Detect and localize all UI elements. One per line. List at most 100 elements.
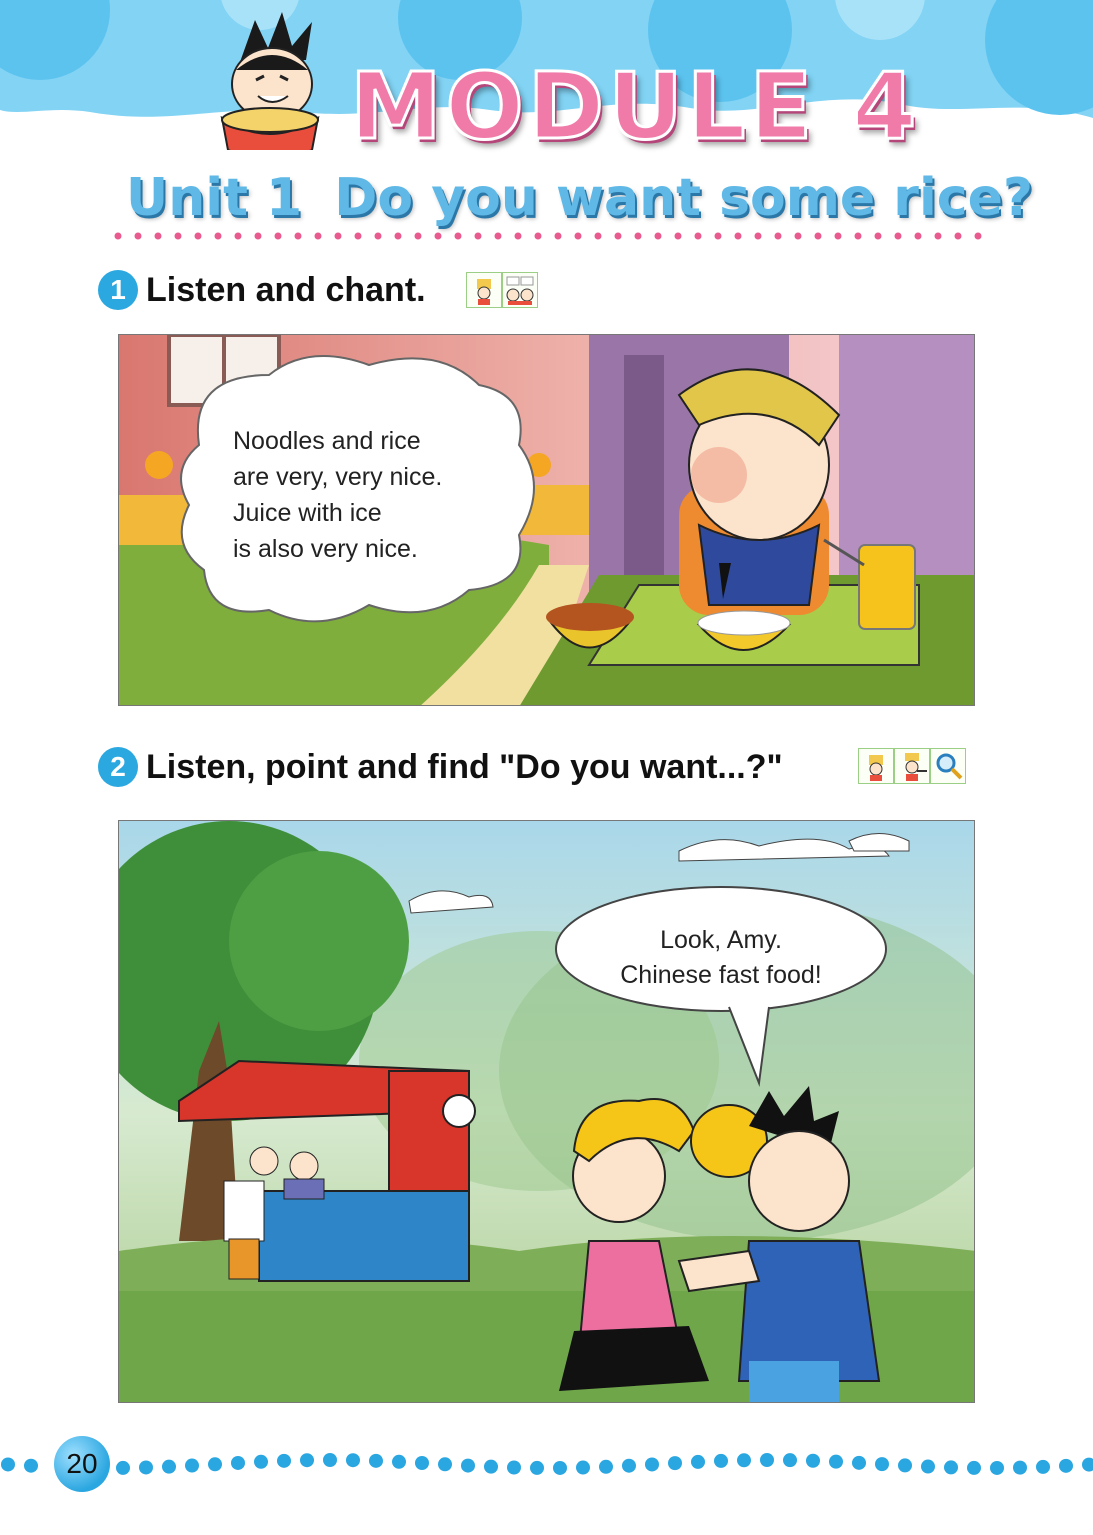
divider-dot — [454, 232, 462, 240]
divider-dot — [314, 232, 322, 240]
footer-dot — [875, 1457, 889, 1472]
footer-dot — [231, 1455, 245, 1470]
chant-line: are very, very nice. — [233, 463, 443, 491]
chant-line: Noodles and rice — [233, 427, 421, 455]
footer-dot — [116, 1460, 130, 1475]
divider-dot — [614, 232, 622, 240]
divider-dot — [514, 232, 522, 240]
unit-number: Unit 1 — [126, 168, 303, 228]
divider-dot — [394, 232, 402, 240]
footer-dot — [990, 1460, 1004, 1475]
divider-dot — [874, 232, 882, 240]
divider-dot — [574, 232, 582, 240]
divider-dot — [714, 232, 722, 240]
footer-dot — [898, 1458, 912, 1473]
footer-dot — [438, 1457, 452, 1472]
boy-speech-bubble-text: Look, Amy. Chinese fast food! — [571, 923, 871, 995]
footer-dot — [622, 1458, 636, 1473]
divider-dot — [374, 232, 382, 240]
footer-dot — [185, 1458, 199, 1473]
footer-dot — [668, 1456, 682, 1471]
footer-dot — [507, 1460, 521, 1475]
footer-dot — [691, 1454, 705, 1469]
divider-dot — [494, 232, 502, 240]
divider-dot — [334, 232, 342, 240]
footer-dot — [829, 1454, 843, 1469]
divider-dot — [294, 232, 302, 240]
footer-dot — [415, 1455, 429, 1470]
divider-dot — [774, 232, 782, 240]
speech-line: Chinese fast food! — [620, 961, 822, 989]
unit-title: Unit 1 Do you want some rice? — [126, 162, 1033, 234]
divider-dot — [274, 232, 282, 240]
footer-dot — [484, 1459, 498, 1474]
divider-dot — [854, 232, 862, 240]
footer-dot — [369, 1453, 383, 1468]
footer-dot — [737, 1453, 751, 1468]
footer-dot — [392, 1454, 406, 1469]
footer-dot — [921, 1459, 935, 1474]
divider-dot — [154, 232, 162, 240]
footer-dot — [1082, 1457, 1093, 1472]
footer-dot — [852, 1455, 866, 1470]
fast-food-scene — [119, 821, 974, 1402]
divider-dot — [694, 232, 702, 240]
divider-dot — [114, 232, 122, 240]
footer-dot — [1013, 1460, 1027, 1475]
fast-food-illustration-panel: Look, Amy. Chinese fast food! — [118, 820, 975, 1403]
footer-dot — [277, 1453, 291, 1468]
divider-dot — [414, 232, 422, 240]
divider-dot — [654, 232, 662, 240]
footer-dot — [553, 1460, 567, 1475]
section-1-badge: 1 — [98, 270, 138, 310]
divider-dot — [974, 232, 982, 240]
footer-dot — [806, 1453, 820, 1468]
footer-dot — [530, 1460, 544, 1475]
footer-dot — [162, 1459, 176, 1474]
footer-dot — [24, 1458, 38, 1473]
chant-line: is also very nice. — [233, 535, 418, 563]
divider-dot — [234, 232, 242, 240]
chant-line: Juice with ice — [233, 499, 382, 527]
chant-illustration-panel: Noodles and rice are very, very nice. Ju… — [118, 334, 975, 706]
footer-dot — [1059, 1458, 1073, 1473]
footer-dot — [139, 1460, 153, 1475]
footer-dot — [1036, 1459, 1050, 1474]
divider-dot — [794, 232, 802, 240]
footer-dot — [461, 1458, 475, 1473]
section-1-activity-icons — [466, 272, 548, 308]
divider-dot — [594, 232, 602, 240]
pink-dot-divider — [114, 232, 982, 240]
divider-dot — [554, 232, 562, 240]
section-1-heading: Listen and chant. — [146, 271, 426, 309]
speech-line: Look, Amy. — [660, 926, 782, 954]
footer-dot — [944, 1460, 958, 1475]
section-2-activity-icons — [858, 748, 974, 784]
footer-dot — [645, 1457, 659, 1472]
divider-dot — [754, 232, 762, 240]
footer-dot — [576, 1460, 590, 1475]
divider-dot — [894, 232, 902, 240]
divider-dot — [434, 232, 442, 240]
divider-dot — [814, 232, 822, 240]
divider-dot — [174, 232, 182, 240]
section-2-badge: 2 — [98, 747, 138, 787]
divider-dot — [834, 232, 842, 240]
footer-dot — [714, 1453, 728, 1468]
divider-dot — [954, 232, 962, 240]
divider-dot — [934, 232, 942, 240]
divider-dot — [254, 232, 262, 240]
footer-dot — [208, 1457, 222, 1472]
chant-speech-bubble-text: Noodles and rice are very, very nice. Ju… — [233, 423, 513, 573]
listen-icon — [858, 748, 894, 784]
footer-dot-border — [1, 1453, 1093, 1475]
divider-dot — [914, 232, 922, 240]
chant-icon — [502, 272, 538, 308]
divider-dot — [134, 232, 142, 240]
find-magnifier-icon — [930, 748, 966, 784]
footer-dot — [254, 1454, 268, 1469]
divider-dot — [354, 232, 362, 240]
footer-dot — [760, 1453, 774, 1468]
footer-dot — [1, 1457, 15, 1472]
divider-dot — [214, 232, 222, 240]
